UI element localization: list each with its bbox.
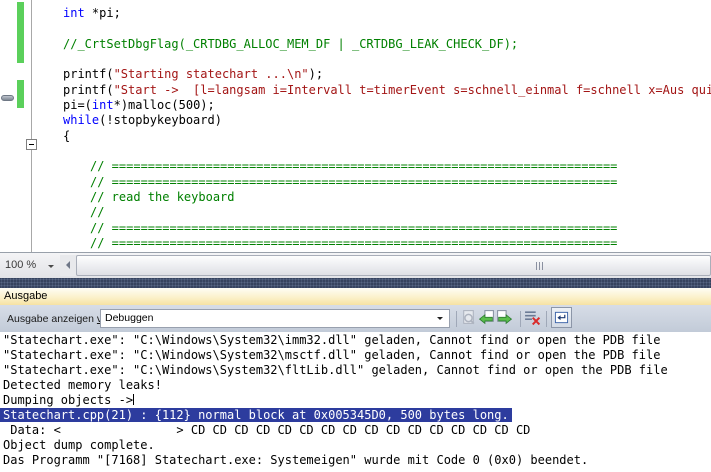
clear-all-button[interactable]	[524, 309, 541, 326]
previous-message-icon	[478, 309, 495, 326]
text-caret	[133, 394, 134, 405]
code-line[interactable]: //_CrtSetDbgFlag(_CRTDBG_ALLOC_MEM_DF | …	[63, 37, 711, 52]
output-line[interactable]: "Statechart.exe": "C:\Windows\System32\m…	[0, 348, 711, 363]
scrollbar-thumb[interactable]	[76, 255, 711, 276]
zoom-level-select[interactable]: 100 %	[0, 254, 58, 277]
word-wrap-toggle-button[interactable]	[551, 307, 572, 328]
combobox-dropdown-icon[interactable]	[434, 311, 448, 326]
scroll-left-arrow-icon[interactable]	[62, 261, 70, 269]
output-line[interactable]: Dumping objects ->	[0, 393, 711, 408]
toolbar-separator	[520, 311, 521, 327]
code-line[interactable]	[63, 21, 711, 36]
output-panel-header[interactable]: Ausgabe	[0, 288, 711, 305]
code-line[interactable]: // read the keyboard	[63, 190, 711, 205]
code-line[interactable]: int *pi;	[63, 6, 711, 21]
find-message-button	[460, 309, 477, 326]
code-editor[interactable]: int *pi; //_CrtSetDbgFlag(_CRTDBG_ALLOC_M…	[0, 0, 711, 252]
code-line[interactable]: while(!stopbykeyboard)	[63, 113, 711, 128]
output-source-value: Debuggen	[105, 312, 153, 324]
code-line[interactable]	[63, 52, 711, 67]
word-wrap-icon	[554, 310, 569, 325]
change-tracking-bar	[17, 2, 24, 63]
window-background-band	[0, 278, 711, 288]
output-line[interactable]: "Statechart.exe": "C:\Windows\System32\f…	[0, 363, 711, 378]
vs-ide-window: int *pi; //_CrtSetDbgFlag(_CRTDBG_ALLOC_M…	[0, 0, 711, 472]
output-line[interactable]: "Statechart.exe": "C:\Windows\System32\i…	[0, 333, 711, 348]
output-line[interactable]: Statechart.cpp(21) : {112} normal block …	[0, 408, 711, 423]
output-line[interactable]: Detected memory leaks!	[0, 378, 711, 393]
output-source-combobox[interactable]: Debuggen	[100, 309, 450, 328]
find-message-icon	[460, 309, 477, 326]
output-text-area: "Statechart.exe": "C:\Windows\System32\i…	[0, 332, 711, 472]
code-line[interactable]: // =====================================…	[63, 236, 711, 251]
code-line[interactable]: printf("Start -> [l=langsam i=Intervall …	[63, 83, 711, 98]
scrollbar-grip-icon	[536, 262, 543, 270]
code-lines: int *pi; //_CrtSetDbgFlag(_CRTDBG_ALLOC_M…	[63, 6, 711, 251]
outlining-margin-line	[31, 0, 32, 252]
code-line[interactable]: //	[63, 205, 711, 220]
breakpoint-margin-marker-icon	[1, 95, 14, 101]
code-line[interactable]: // =====================================…	[63, 221, 711, 236]
output-line[interactable]: Data: < > CD CD CD CD CD CD CD CD CD CD …	[0, 423, 711, 438]
previous-message-button[interactable]	[478, 309, 495, 326]
output-toolbar: Ausgabe anzeigen von: Debuggen	[0, 305, 711, 332]
next-message-icon	[496, 309, 513, 326]
horizontal-scrollbar[interactable]	[60, 255, 711, 276]
output-line[interactable]: Object dump complete.	[0, 438, 711, 453]
code-line[interactable]: {	[63, 129, 711, 144]
code-line[interactable]: // =====================================…	[63, 159, 711, 174]
code-line[interactable]: printf("Starting statechart ...\n");	[63, 67, 711, 82]
toolbar-separator	[456, 311, 457, 327]
code-line[interactable]: // =====================================…	[63, 175, 711, 190]
output-panel-title: Ausgabe	[4, 290, 47, 302]
zoom-level-value: 100 %	[5, 259, 36, 271]
toolbar-separator	[546, 311, 547, 327]
code-line[interactable]	[63, 144, 711, 159]
clear-all-icon	[524, 309, 541, 326]
collapse-region-icon[interactable]	[26, 139, 37, 150]
change-tracking-bar	[17, 80, 24, 108]
output-line[interactable]: Das Programm "[7168] Statechart.exe: Sys…	[0, 453, 711, 468]
chevron-down-icon	[48, 265, 54, 271]
editor-bottom-bar: 100 %	[0, 252, 711, 278]
next-message-button[interactable]	[496, 309, 513, 326]
code-line[interactable]: pi=(int*)malloc(500);	[63, 98, 711, 113]
